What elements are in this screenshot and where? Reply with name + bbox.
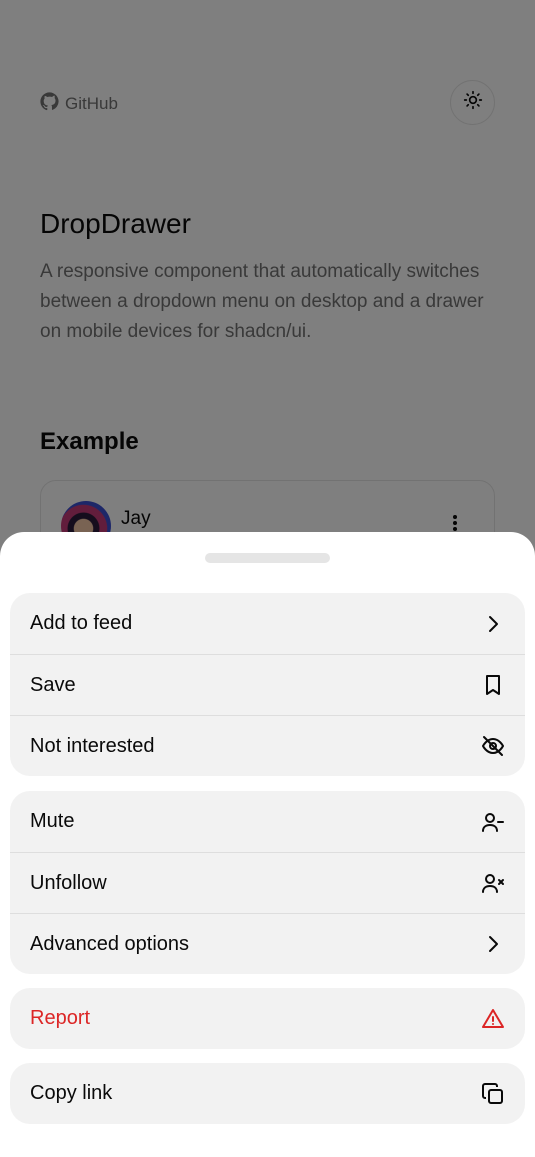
menu-item-label: Mute [30, 810, 75, 832]
bookmark-icon [481, 673, 505, 697]
menu-item-mute[interactable]: Mute [10, 791, 525, 852]
menu-group-feed: Add to feed Save Not interested [10, 593, 525, 776]
menu-item-label: Not interested [30, 734, 155, 757]
menu-item-not-interested[interactable]: Not interested [10, 715, 525, 776]
menu-item-label: Unfollow [30, 871, 107, 894]
menu-item-unfollow[interactable]: Unfollow [10, 852, 525, 913]
menu-item-label: Save [30, 673, 76, 696]
menu-item-advanced-options[interactable]: Advanced options [10, 913, 525, 974]
menu-group-report: Report [10, 988, 525, 1049]
menu-group-share: Copy link [10, 1063, 525, 1124]
menu-item-report[interactable]: Report [10, 988, 525, 1049]
menu-item-copy-link[interactable]: Copy link [10, 1063, 525, 1124]
eye-off-icon [481, 734, 505, 758]
menu-item-save[interactable]: Save [10, 654, 525, 715]
menu-group-user: Mute Unfollow Advanced options [10, 791, 525, 974]
chevron-right-icon [481, 932, 505, 956]
user-x-icon [481, 871, 505, 895]
drawer-handle[interactable] [205, 553, 330, 563]
user-minus-icon [481, 810, 505, 834]
chevron-right-icon [481, 612, 505, 636]
menu-item-label: Copy link [30, 1082, 113, 1104]
copy-icon [481, 1082, 505, 1106]
actions-drawer: Add to feed Save Not interested Mute Unf… [0, 532, 535, 1157]
menu-item-label: Report [30, 1007, 91, 1029]
alert-triangle-icon [481, 1007, 505, 1031]
menu-item-add-to-feed[interactable]: Add to feed [10, 593, 525, 654]
menu-item-label: Add to feed [30, 612, 133, 634]
menu-item-label: Advanced options [30, 932, 190, 955]
